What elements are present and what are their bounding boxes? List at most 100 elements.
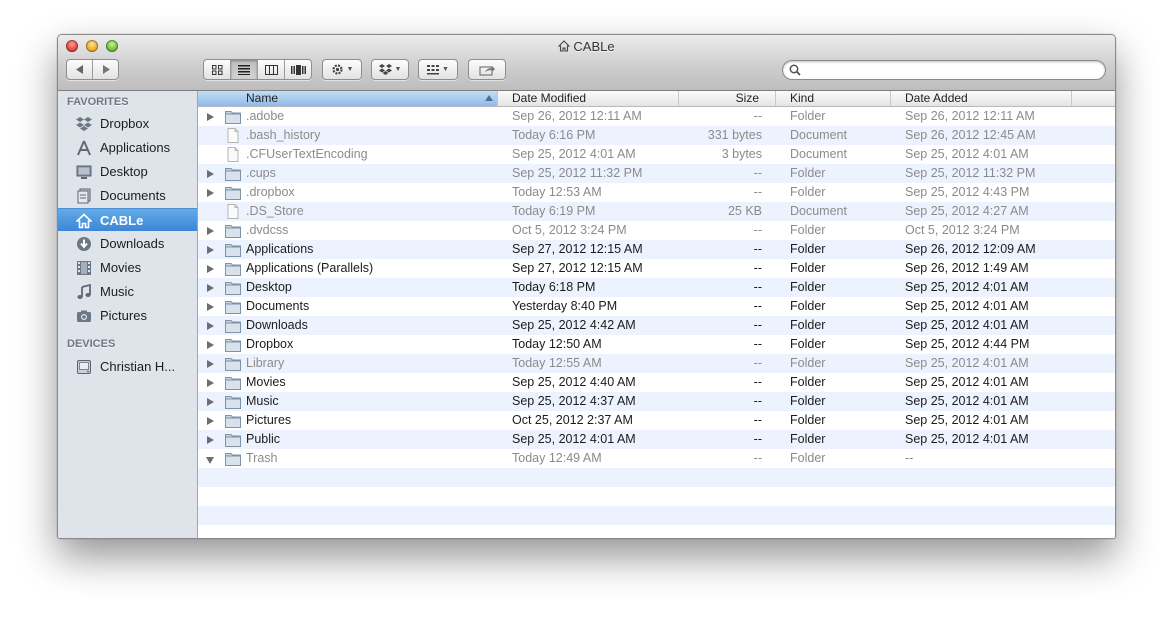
table-row[interactable]: .cups Sep 25, 2012 11:32 PM -- Folder Sep 25… <box>198 164 1115 183</box>
table-row[interactable]: Desktop Today 6:18 PM -- Folder Sep 25, 2012… <box>198 278 1115 297</box>
table-row[interactable]: .adobe Sep 26, 2012 12:11 AM -- Folder Sep 2… <box>198 107 1115 126</box>
cell-kind: Folder <box>790 432 826 446</box>
disclosure-triangle-icon[interactable] <box>207 113 214 121</box>
column-header-date-added[interactable]: Date Added <box>891 91 1072 106</box>
table-row[interactable]: Public Sep 25, 2012 4:01 AM -- Folder Sep 25… <box>198 430 1115 449</box>
disclosure-triangle-icon[interactable] <box>207 303 214 311</box>
sidebar-item-downloads[interactable]: Downloads <box>58 232 197 255</box>
column-header-label: Kind <box>790 91 815 105</box>
share-button[interactable] <box>468 59 506 80</box>
back-button[interactable] <box>67 60 92 79</box>
cell-name: Desktop <box>246 280 292 294</box>
icon-view-icon <box>211 64 222 75</box>
disclosure-triangle-icon[interactable] <box>207 398 214 406</box>
disclosure-triangle-icon[interactable] <box>207 265 214 273</box>
table-row[interactable]: .bash_history Today 6:16 PM 331 bytes Docum… <box>198 126 1115 145</box>
sidebar-item-movies[interactable]: Movies <box>58 256 197 279</box>
folder-icon <box>225 280 241 295</box>
cell-date-modified: Sep 25, 2012 4:01 AM <box>512 147 636 161</box>
cell-name: Music <box>246 394 279 408</box>
action-menu-button[interactable]: ▼ <box>322 59 362 80</box>
disclosure-triangle-icon[interactable] <box>207 189 214 197</box>
search-field[interactable] <box>782 60 1106 80</box>
folder-icon <box>225 242 241 257</box>
cell-date-added: Sep 26, 2012 12:11 AM <box>905 109 1035 123</box>
disclosure-triangle-icon[interactable] <box>207 436 214 444</box>
disclosure-triangle-icon[interactable] <box>207 417 214 425</box>
table-row[interactable]: .CFUserTextEncoding Sep 25, 2012 4:01 AM 3… <box>198 145 1115 164</box>
folder-icon <box>225 375 241 390</box>
icon-view-button[interactable] <box>204 60 230 79</box>
cell-kind: Folder <box>790 242 826 256</box>
document-icon <box>225 204 241 219</box>
disclosure-triangle-icon[interactable] <box>207 227 214 235</box>
sidebar-item-dropbox[interactable]: Dropbox <box>58 112 197 135</box>
table-row[interactable]: Movies Sep 25, 2012 4:40 AM -- Folder Sep 25… <box>198 373 1115 392</box>
cell-kind: Folder <box>790 375 826 389</box>
arrange-menu-button[interactable]: ▼ <box>418 59 458 80</box>
sidebar-item-desktop[interactable]: Desktop <box>58 160 197 183</box>
cell-name: Library <box>246 356 285 370</box>
applications-icon <box>77 140 91 156</box>
cell-date-added: Sep 25, 2012 4:01 AM <box>905 147 1029 161</box>
table-row[interactable]: .dropbox Today 12:53 AM -- Folder Sep 25, 20… <box>198 183 1115 202</box>
disclosure-triangle-icon[interactable] <box>207 341 214 349</box>
search-input[interactable] <box>803 62 1103 80</box>
share-icon <box>479 65 495 76</box>
sidebar-item-music[interactable]: Music <box>58 280 197 303</box>
list-header: Name Date Modified Size Kind Date Added <box>198 91 1115 107</box>
disclosure-triangle-icon[interactable] <box>207 360 214 368</box>
table-row[interactable]: .DS_Store Today 6:19 PM 25 KB Document Sep 2… <box>198 202 1115 221</box>
disclosure-triangle-icon[interactable] <box>207 379 214 387</box>
cell-name: .cups <box>246 166 276 180</box>
table-row[interactable]: Applications Sep 27, 2012 12:15 AM -- Folde… <box>198 240 1115 259</box>
disclosure-triangle-icon[interactable] <box>207 246 214 254</box>
disclosure-triangle-icon[interactable] <box>206 457 214 464</box>
cell-size: 25 KB <box>727 204 762 218</box>
sidebar-item-documents[interactable]: Documents <box>58 184 197 207</box>
list-view-button[interactable] <box>230 60 257 79</box>
sidebar-item-pictures[interactable]: Pictures <box>58 304 197 327</box>
forward-button[interactable] <box>92 60 118 79</box>
cell-name: Pictures <box>246 413 292 427</box>
cell-size: -- <box>753 223 762 237</box>
column-view-button[interactable] <box>257 60 284 79</box>
sidebar-item-applications[interactable]: Applications <box>58 136 197 159</box>
table-row[interactable]: Documents Yesterday 8:40 PM -- Folder Sep 25… <box>198 297 1115 316</box>
table-row[interactable]: .dvdcss Oct 5, 2012 3:24 PM -- Folder Oct 5,… <box>198 221 1115 240</box>
table-row[interactable]: Trash Today 12:49 AM -- Folder -- <box>198 449 1115 468</box>
table-row[interactable]: Downloads Sep 25, 2012 4:42 AM -- Folder Sep… <box>198 316 1115 335</box>
back-forward-control <box>66 59 119 80</box>
table-row[interactable]: Dropbox Today 12:50 AM -- Folder Sep 25, 201… <box>198 335 1115 354</box>
column-header-kind[interactable]: Kind <box>776 91 891 106</box>
table-row[interactable]: Pictures Oct 25, 2012 2:37 AM -- Folder Sep … <box>198 411 1115 430</box>
dropbox-menu-button[interactable]: ▼ <box>371 59 409 80</box>
sidebar-item-device[interactable]: Christian H... <box>58 355 197 378</box>
sidebar-header-favorites: FAVORITES <box>67 96 129 108</box>
cell-date-added: Sep 25, 2012 4:01 AM <box>905 413 1029 427</box>
cell-size: 3 bytes <box>721 147 762 161</box>
disclosure-triangle-icon[interactable] <box>207 322 214 330</box>
cell-date-modified: Sep 25, 2012 11:32 PM <box>512 166 643 180</box>
table-row[interactable]: Applications (Parallels) Sep 27, 2012 12:… <box>198 259 1115 278</box>
sidebar-item-cable[interactable]: CABLe <box>58 208 197 231</box>
cell-name: .dvdcss <box>246 223 289 237</box>
sidebar-header-devices: DEVICES <box>67 338 116 350</box>
column-header-name[interactable]: Name <box>198 91 498 106</box>
folder-icon <box>225 166 241 181</box>
sort-ascending-icon <box>485 95 493 101</box>
column-header-label: Size <box>735 91 759 105</box>
table-row[interactable]: Music Sep 25, 2012 4:37 AM -- Folder Sep 25,… <box>198 392 1115 411</box>
coverflow-view-button[interactable] <box>284 60 311 79</box>
cell-size: -- <box>753 318 762 332</box>
cell-name: .CFUserTextEncoding <box>246 147 368 161</box>
disclosure-triangle-icon[interactable] <box>207 284 214 292</box>
cell-date-added: Sep 25, 2012 4:01 AM <box>905 280 1029 294</box>
table-row[interactable]: Library Today 12:55 AM -- Folder Sep 25, 201… <box>198 354 1115 373</box>
column-header-size[interactable]: Size <box>679 91 776 106</box>
disclosure-triangle-icon[interactable] <box>207 170 214 178</box>
cell-size: -- <box>753 185 762 199</box>
window-title: CABLe <box>58 39 1115 55</box>
column-header-date-modified[interactable]: Date Modified <box>498 91 679 106</box>
cell-date-modified: Today 12:50 AM <box>512 337 602 351</box>
